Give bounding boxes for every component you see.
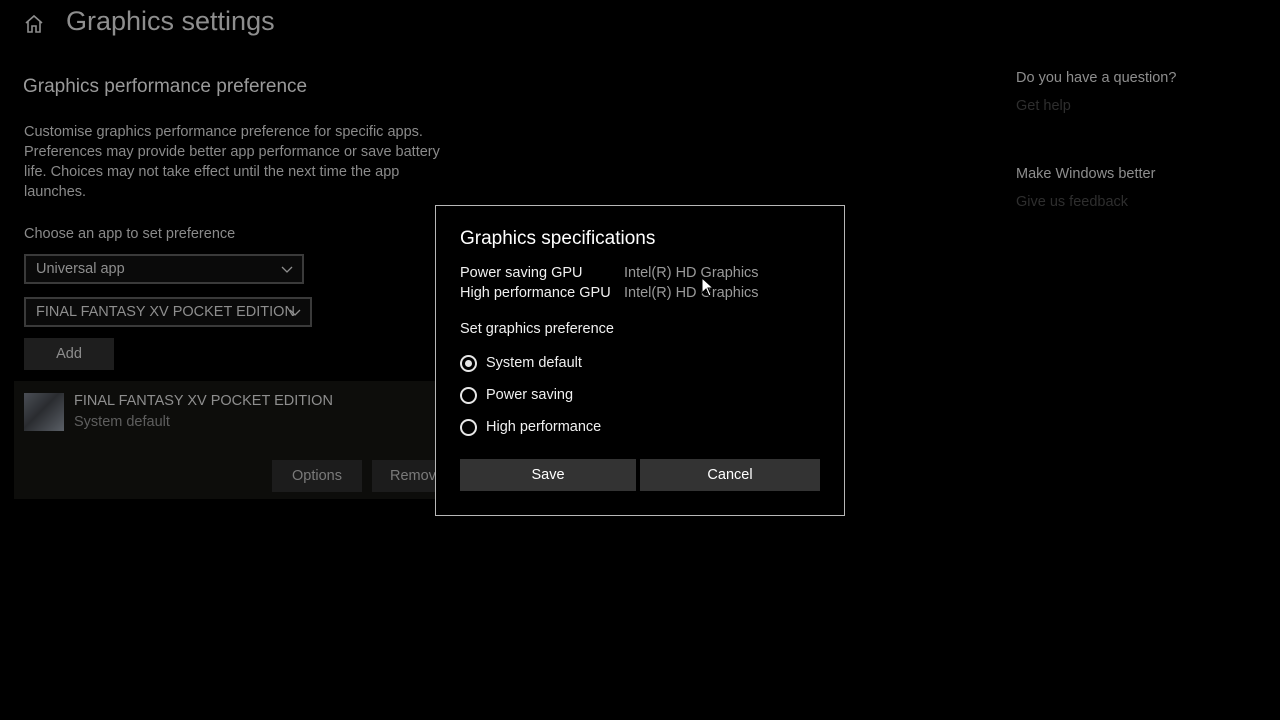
add-button[interactable]: Add — [24, 338, 114, 370]
app-thumbnail — [24, 393, 64, 431]
app-type-value: Universal app — [36, 261, 125, 277]
radio-label: System default — [486, 355, 582, 371]
get-help-link[interactable]: Get help — [1016, 98, 1071, 114]
cancel-button[interactable]: Cancel — [640, 459, 820, 491]
high-performance-gpu-label: High performance GPU — [460, 285, 611, 301]
power-saving-gpu-value: Intel(R) HD Graphics — [624, 265, 759, 281]
radio-label: Power saving — [486, 387, 574, 403]
feedback-title: Make Windows better — [1016, 166, 1156, 182]
radio-unchecked-icon[interactable] — [460, 418, 477, 436]
radio-system-default[interactable]: System default — [460, 352, 582, 374]
save-button[interactable]: Save — [460, 459, 636, 491]
app-type-dropdown[interactable]: Universal app — [24, 254, 304, 284]
app-preference: System default — [74, 414, 170, 430]
app-list-item[interactable]: FINAL FANTASY XV POCKET EDITION System d… — [14, 381, 462, 499]
app-dropdown[interactable]: FINAL FANTASY XV POCKET EDITION — [24, 297, 312, 327]
page-title: Graphics settings — [66, 6, 275, 36]
radio-power-saving[interactable]: Power saving — [460, 384, 573, 406]
graphics-specifications-dialog: Graphics specifications Power saving GPU… — [435, 205, 845, 516]
section-description: Customise graphics performance preferenc… — [24, 124, 440, 200]
give-feedback-link[interactable]: Give us feedback — [1016, 194, 1128, 210]
chevron-down-icon — [289, 306, 301, 318]
radio-checked-icon[interactable] — [460, 354, 477, 372]
choose-app-label: Choose an app to set preference — [24, 226, 236, 242]
app-name: FINAL FANTASY XV POCKET EDITION — [74, 393, 333, 409]
radio-label: High performance — [486, 419, 602, 435]
options-button[interactable]: Options — [272, 460, 362, 492]
chevron-down-icon — [281, 263, 293, 275]
home-icon[interactable] — [22, 12, 46, 36]
question-title: Do you have a question? — [1016, 70, 1177, 86]
app-value: FINAL FANTASY XV POCKET EDITION — [36, 304, 295, 320]
dialog-title: Graphics specifications — [460, 228, 656, 249]
preference-label: Set graphics preference — [460, 321, 614, 337]
settings-window: Graphics settings Graphics performance p… — [0, 0, 1280, 720]
power-saving-gpu-label: Power saving GPU — [460, 265, 583, 281]
radio-high-performance[interactable]: High performance — [460, 416, 601, 438]
high-performance-gpu-value: Intel(R) HD Graphics — [624, 285, 759, 301]
mouse-cursor-icon — [701, 276, 715, 297]
radio-unchecked-icon[interactable] — [460, 386, 477, 404]
section-title: Graphics performance preference — [23, 76, 308, 97]
